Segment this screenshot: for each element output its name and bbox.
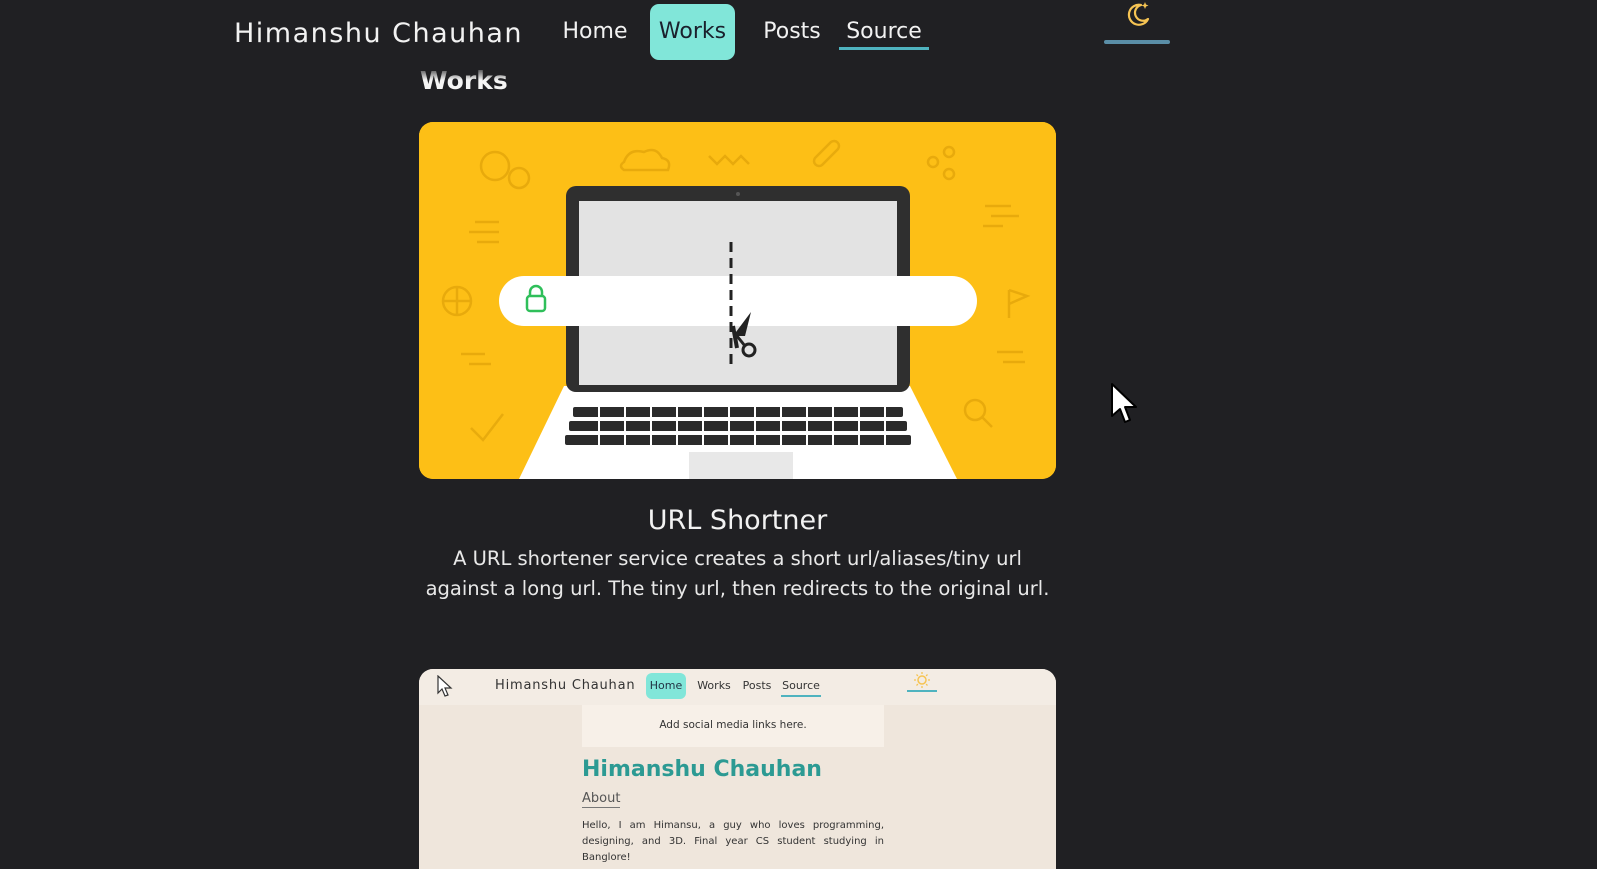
thumbnail-navbar: Himanshu Chauhan Home Works Posts Source: [419, 669, 1056, 705]
thumbnail-brand: Himanshu Chauhan: [495, 678, 636, 693]
work-title[interactable]: URL Shortner: [419, 505, 1056, 536]
url-shortner-thumbnail[interactable]: [419, 122, 1056, 479]
thumbnail-about-heading: About: [582, 791, 621, 808]
thumbnail-social-box: Add social media links here.: [582, 705, 884, 747]
thumbnail-cursor-icon: [437, 674, 453, 701]
thumbnail-nav-works: Works: [697, 679, 731, 692]
theme-toggle-button[interactable]: [1104, 0, 1170, 46]
thumbnail-nav-source: Source: [781, 673, 821, 699]
work-card-portfolio[interactable]: Himanshu Chauhan Home Works Posts Source…: [419, 669, 1056, 869]
work-description: A URL shortener service creates a short …: [425, 547, 1050, 600]
thumbnail-nav-home: Home: [646, 673, 686, 699]
theme-toggle-underline: [1104, 40, 1170, 44]
portfolio-thumbnail[interactable]: Himanshu Chauhan Home Works Posts Source…: [419, 669, 1056, 869]
mouse-cursor-icon: [1110, 382, 1138, 430]
header-fade: [400, 66, 510, 80]
work-card-url-shortner[interactable]: URL Shortner A URL shortener service cre…: [419, 122, 1056, 604]
thumbnail-nav-posts: Posts: [742, 679, 772, 692]
nav-source-link[interactable]: Source: [839, 4, 929, 60]
thumbnail-theme-underline: [907, 690, 937, 692]
nav-home-link[interactable]: Home: [560, 4, 630, 60]
nav-works-link[interactable]: Works: [650, 4, 735, 60]
navbar: Himanshu Chauhan Home Works Posts Source: [0, 0, 1597, 72]
site-brand[interactable]: Himanshu Chauhan: [234, 18, 523, 49]
thumbnail-name-heading: Himanshu Chauhan: [582, 757, 822, 782]
moon-stars-icon: [1124, 0, 1152, 32]
nav-posts-link[interactable]: Posts: [752, 4, 832, 60]
